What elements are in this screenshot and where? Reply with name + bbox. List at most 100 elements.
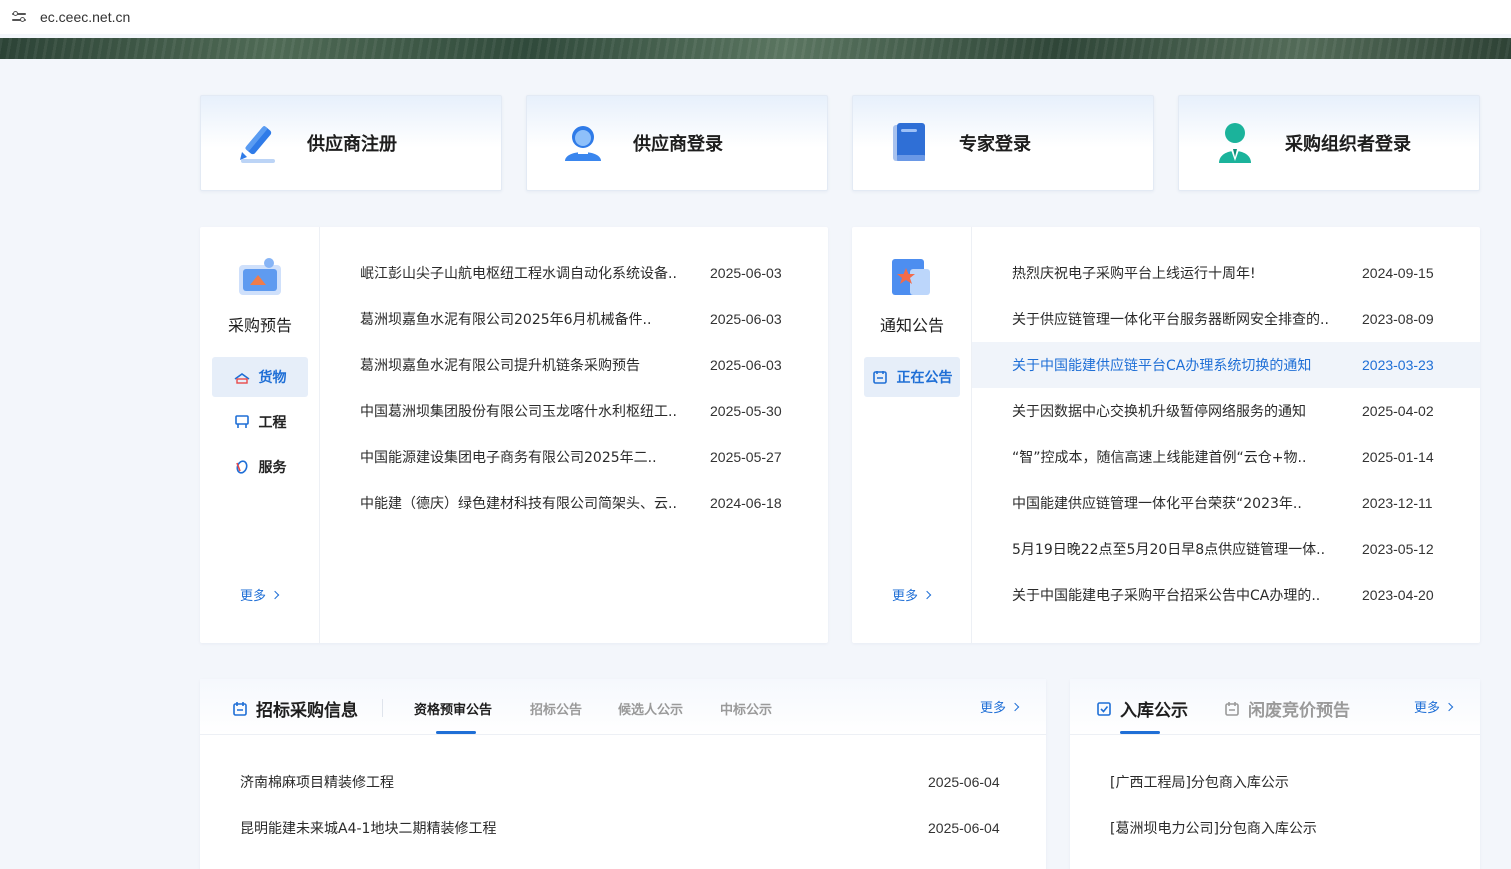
tab-idle-auction-forecast[interactable]: 闲废竞价预告 xyxy=(1224,696,1350,721)
tab-candidate-notice[interactable]: 候选人公示 xyxy=(618,699,683,718)
card-label: 供应商登录 xyxy=(633,134,723,155)
card-label: 供应商注册 xyxy=(307,134,397,155)
row-date: 2023-12-11 xyxy=(1362,495,1433,511)
row-date: 2023-03-23 xyxy=(1362,357,1434,373)
tender-row[interactable]: 昆明能建未来城A4-1地块二期精装修工程 2025-06-04 xyxy=(200,805,1046,851)
tab-label: 入库公示 xyxy=(1120,701,1188,721)
address-bar[interactable]: ec.ceec.net.cn xyxy=(0,0,1511,34)
category-engineering[interactable]: 工程 xyxy=(212,402,308,442)
forecast-row[interactable]: 岷江彭山尖子山航电枢纽工程水调自动化系统设备.. 2025-06-03 xyxy=(320,250,828,296)
tab-current-notices[interactable]: 正在公告 xyxy=(864,357,960,397)
tender-title-label: 招标采购信息 xyxy=(256,701,358,721)
tab-award-notice[interactable]: 中标公示 xyxy=(720,699,772,718)
more-label: 更多 xyxy=(892,589,919,604)
chevron-right-icon xyxy=(922,590,932,599)
more-label: 更多 xyxy=(1414,701,1441,716)
row-title: 关于中国能建供应链平台CA办理系统切换的通知 xyxy=(1012,358,1312,374)
category-goods[interactable]: 货物 xyxy=(212,357,308,397)
procurement-organizer-login-card[interactable]: 采购组织者登录 xyxy=(1178,95,1480,191)
notice-row[interactable]: “智”控成本，随信高速上线能建首例“云仓+物.. 2025-01-14 xyxy=(972,434,1480,480)
more-label: 更多 xyxy=(980,701,1007,716)
notice-row[interactable]: 关于因数据中心交换机升级暂停网络服务的通知 2025-04-02 xyxy=(972,388,1480,434)
card-label: 专家登录 xyxy=(959,134,1031,155)
row-date: 2025-06-03 xyxy=(710,311,782,327)
notice-row-hover[interactable]: 关于中国能建供应链平台CA办理系统切换的通知 2023-03-23 xyxy=(972,342,1480,388)
category-label: 货物 xyxy=(258,370,287,386)
notices-title: 通知公告 xyxy=(879,316,944,335)
book-icon xyxy=(887,121,931,165)
expert-login-card[interactable]: 专家登录 xyxy=(852,95,1154,191)
category-service[interactable]: 服务 xyxy=(212,447,308,487)
tab-tender-notice[interactable]: 招标公告 xyxy=(530,699,582,718)
notice-row[interactable]: 关于供应链管理一体化平台服务器断网安全排查的.. 2023-08-09 xyxy=(972,296,1480,342)
row-title: 葛洲坝嘉鱼水泥有限公司2025年6月机械备件.. xyxy=(360,312,652,328)
forecast-row[interactable]: 中国能源建设集团电子商务有限公司2025年二.. 2025-05-27 xyxy=(320,434,828,480)
goods-icon xyxy=(234,370,250,384)
row-title: [葛洲坝电力公司]分包商入库公示 xyxy=(1110,821,1317,837)
service-icon xyxy=(234,460,250,474)
row-date: 2025-06-03 xyxy=(710,265,782,281)
row-title: 中能建（德庆）绿色建材科技有限公司简架头、云.. xyxy=(360,496,677,512)
row-title: 关于中国能建电子采购平台招采公告中CA办理的.. xyxy=(1012,588,1321,604)
forecast-more-link[interactable]: 更多 xyxy=(240,585,280,604)
notices-more-link[interactable]: 更多 xyxy=(892,585,932,604)
row-date: 2025-06-04 xyxy=(928,820,1000,836)
header-banner-image xyxy=(0,38,1511,59)
active-tab-indicator xyxy=(436,731,476,734)
row-title: 葛洲坝嘉鱼水泥有限公司提升机链条采购预告 xyxy=(360,358,640,374)
row-title: 关于供应链管理一体化平台服务器断网安全排查的.. xyxy=(1012,312,1329,328)
supplier-login-card[interactable]: 供应商登录 xyxy=(526,95,828,191)
user-login-icon xyxy=(561,121,605,165)
row-date: 2025-06-04 xyxy=(928,774,1000,790)
forecast-row[interactable]: 中国葛洲坝集团股份有限公司玉龙喀什水利枢纽工.. 2025-05-30 xyxy=(320,388,828,434)
checkbox-doc-icon xyxy=(1096,701,1112,717)
forecast-title: 采购预告 xyxy=(227,316,292,335)
document-icon xyxy=(232,701,248,717)
card-label: 采购组织者登录 xyxy=(1285,134,1411,155)
active-tab-indicator xyxy=(1120,731,1160,734)
forecast-row[interactable]: 葛洲坝嘉鱼水泥有限公司提升机链条采购预告 2025-06-03 xyxy=(320,342,828,388)
more-label: 更多 xyxy=(240,589,267,604)
tender-more-link[interactable]: 更多 xyxy=(980,697,1020,716)
procurement-forecast-panel: 采购预告 货物 工程 服务 更多 岷江彭山尖子山航电枢纽工程水调自动化系统设备.… xyxy=(200,227,828,643)
warehouse-row[interactable]: [葛洲坝电力公司]分包商入库公示 xyxy=(1070,805,1480,851)
row-title: 中国葛洲坝集团股份有限公司玉龙喀什水利枢纽工.. xyxy=(360,404,677,420)
tab-warehouse-notice[interactable]: 入库公示 xyxy=(1096,696,1188,721)
pen-icon xyxy=(235,121,279,165)
chevron-right-icon xyxy=(270,590,280,599)
row-title: 济南棉麻项目精装修工程 xyxy=(240,775,394,791)
row-title: 岷江彭山尖子山航电枢纽工程水调自动化系统设备.. xyxy=(360,266,677,282)
person-icon xyxy=(1213,121,1257,165)
row-title: 5月19日晚22点至5月20日早8点供应链管理一体.. xyxy=(1012,542,1326,558)
row-date: 2025-06-03 xyxy=(710,357,782,373)
warehouse-more-link[interactable]: 更多 xyxy=(1414,697,1454,716)
tab-prequalification[interactable]: 资格预审公告 xyxy=(414,699,492,718)
notice-row[interactable]: 中国能建供应链管理一体化平台荣获“2023年.. 2023-12-11 xyxy=(972,480,1480,526)
site-settings-icon[interactable] xyxy=(12,10,28,24)
url-text[interactable]: ec.ceec.net.cn xyxy=(40,9,130,25)
category-label: 服务 xyxy=(258,460,287,476)
tender-title: 招标采购信息 xyxy=(232,696,358,721)
row-date: 2023-04-20 xyxy=(1362,587,1434,603)
forecast-row[interactable]: 葛洲坝嘉鱼水泥有限公司2025年6月机械备件.. 2025-06-03 xyxy=(320,296,828,342)
notice-row[interactable]: 5月19日晚22点至5月20日早8点供应链管理一体.. 2023-05-12 xyxy=(972,526,1480,572)
tender-row[interactable]: 济南棉麻项目精装修工程 2025-06-04 xyxy=(200,759,1046,805)
chevron-right-icon xyxy=(1010,702,1020,711)
notices-panel: 通知公告 正在公告 更多 热烈庆祝电子采购平台上线运行十周年! 2024-09-1… xyxy=(852,227,1480,643)
forecast-row[interactable]: 中能建（德庆）绿色建材科技有限公司简架头、云.. 2024-06-18 xyxy=(320,480,828,526)
row-title: 热烈庆祝电子采购平台上线运行十周年! xyxy=(1012,266,1256,282)
row-date: 2023-08-09 xyxy=(1362,311,1434,327)
divider xyxy=(382,699,383,717)
warehouse-row[interactable]: [广西工程局]分包商入库公示 xyxy=(1070,759,1480,805)
warehouse-panel: 入库公示 闲废竞价预告 更多 [广西工程局]分包商入库公示 [葛洲坝电力公司]分… xyxy=(1070,679,1480,869)
row-title: 关于因数据中心交换机升级暂停网络服务的通知 xyxy=(1012,404,1306,420)
supplier-register-card[interactable]: 供应商注册 xyxy=(200,95,502,191)
row-title: 昆明能建未来城A4-1地块二期精装修工程 xyxy=(240,821,497,837)
notice-icon xyxy=(872,370,888,384)
tender-info-panel: 招标采购信息 资格预审公告 招标公告 候选人公示 中标公示 更多 济南棉麻项目精… xyxy=(200,679,1046,869)
notice-row[interactable]: 关于中国能建电子采购平台招采公告中CA办理的.. 2023-04-20 xyxy=(972,572,1480,618)
document-icon xyxy=(1224,701,1240,717)
chevron-right-icon xyxy=(1444,702,1454,711)
row-title: [广西工程局]分包商入库公示 xyxy=(1110,775,1289,791)
notice-row[interactable]: 热烈庆祝电子采购平台上线运行十周年! 2024-09-15 xyxy=(972,250,1480,296)
